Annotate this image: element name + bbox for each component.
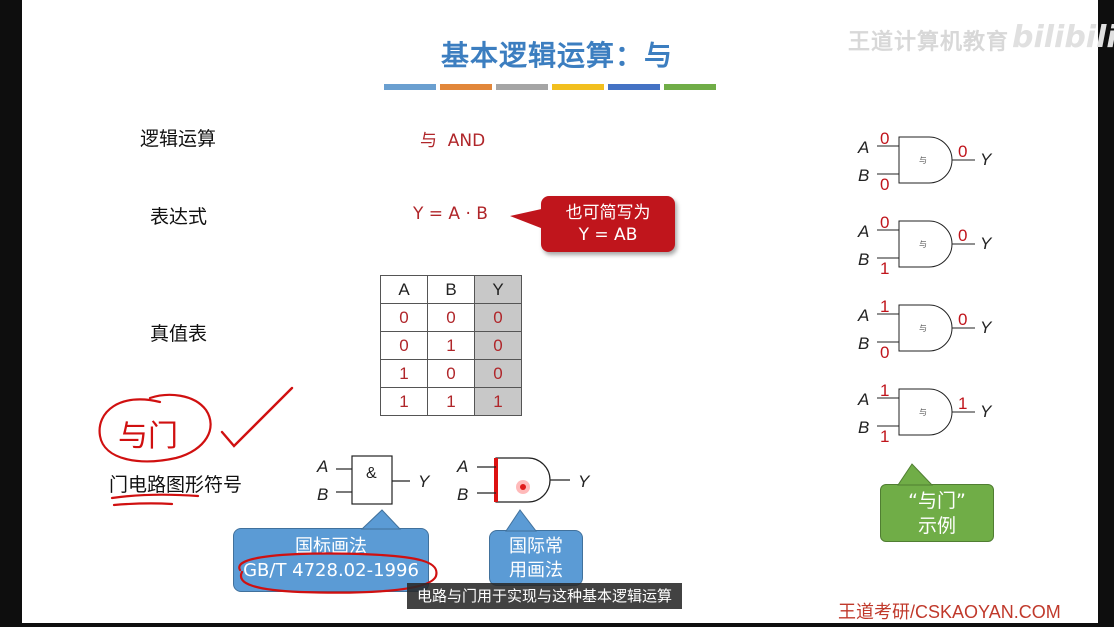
- input-a-label: A: [857, 306, 869, 325]
- output-y-label: Y: [980, 402, 993, 421]
- input-a-label: A: [316, 457, 328, 476]
- and-mark: &: [366, 465, 377, 482]
- and-gate-example: 与 A B Y 1 1 1: [857, 381, 993, 446]
- input-b-label: B: [317, 485, 328, 504]
- output-y-label: Y: [578, 472, 591, 491]
- output-bit: 0: [958, 226, 967, 245]
- input-a-label: A: [857, 222, 869, 241]
- input-b-bit: 1: [880, 259, 889, 278]
- input-a-label: A: [456, 457, 468, 476]
- international-pointer: [505, 509, 538, 532]
- diagram-layer: & A B Y A B Y 与 A B Y 0 0 0 与 A B Y 0 1 …: [98, 129, 993, 594]
- shorthand-pointer: [510, 208, 546, 230]
- examples-pointer: [897, 463, 934, 486]
- national-pointer: [360, 509, 402, 530]
- output-bit: 0: [958, 310, 967, 329]
- output-bit: 1: [958, 394, 967, 413]
- gate-text: 与: [919, 324, 927, 333]
- handwritten-note: 与门: [118, 419, 178, 454]
- output-y-label: Y: [980, 150, 993, 169]
- output-y-label: Y: [980, 234, 993, 253]
- input-b-label: B: [858, 166, 869, 185]
- input-a-label: A: [857, 390, 869, 409]
- gate-text: 与: [919, 240, 927, 249]
- output-y-label: Y: [418, 472, 431, 491]
- underline-2: [112, 502, 174, 507]
- and-gate-example: 与 A B Y 1 0 0: [857, 297, 993, 362]
- input-b-label: B: [858, 250, 869, 269]
- and-gate-example: 与 A B Y 0 0 0: [857, 129, 993, 194]
- output-y-label: Y: [980, 318, 993, 337]
- input-a-bit: 1: [880, 381, 889, 400]
- input-a-bit: 0: [880, 213, 889, 232]
- input-a-bit: 0: [880, 129, 889, 148]
- video-frame: 基本逻辑运算：与 王道计算机教育 bilibili 逻辑运算 与 AND 表达式…: [0, 0, 1114, 627]
- laser-pointer-dot: [520, 484, 526, 490]
- and-gate-example: 与 A B Y 0 1 0: [857, 213, 993, 278]
- input-a-label: A: [857, 138, 869, 157]
- gate-text: 与: [919, 408, 927, 417]
- input-b-label: B: [457, 485, 468, 504]
- input-b-label: B: [858, 334, 869, 353]
- video-subtitle: 电路与门用于实现与这种基本逻辑运算: [407, 583, 683, 609]
- checkmark-icon: [220, 386, 294, 448]
- national-and-gate: & A B Y: [316, 455, 431, 505]
- input-b-bit: 1: [880, 427, 889, 446]
- international-and-gate: A B Y: [456, 457, 591, 504]
- input-b-bit: 0: [880, 343, 889, 362]
- output-bit: 0: [958, 142, 967, 161]
- gate-text: 与: [919, 156, 927, 165]
- input-b-bit: 0: [880, 175, 889, 194]
- underline-1: [110, 493, 200, 500]
- brand-footer: 王道考研/CSKAOYAN.COM: [838, 602, 1061, 622]
- input-b-label: B: [858, 418, 869, 437]
- input-a-bit: 1: [880, 297, 889, 316]
